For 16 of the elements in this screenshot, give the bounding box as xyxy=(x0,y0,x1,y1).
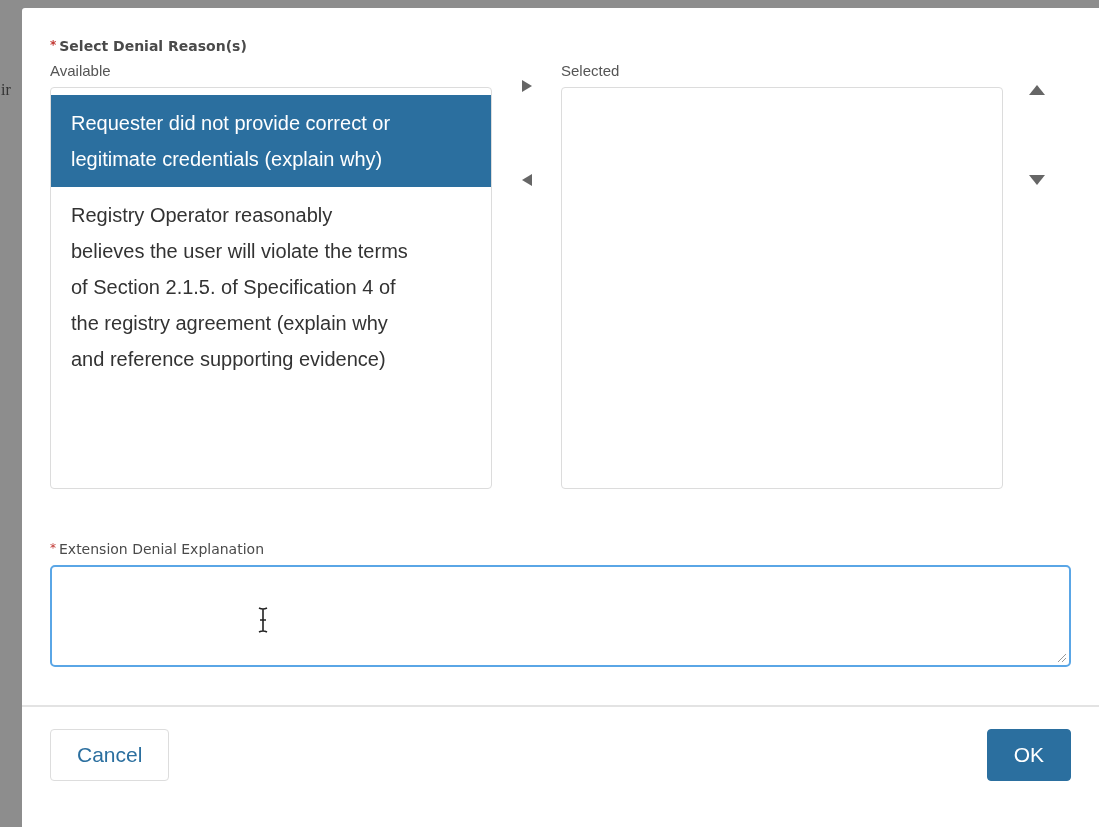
move-right-icon[interactable] xyxy=(521,80,532,92)
ok-button[interactable]: OK xyxy=(986,729,1071,781)
explanation-field[interactable] xyxy=(50,565,1071,667)
text-cursor-icon xyxy=(257,607,269,633)
field-label: * Select Denial Reason(s) xyxy=(50,38,248,54)
list-option[interactable]: Requester did not provide correct or legitimate credentials (explain why) xyxy=(51,95,491,187)
field-label: * Extension Denial Explanation xyxy=(50,541,265,557)
move-up-icon[interactable] xyxy=(1029,85,1045,95)
cancel-button[interactable]: Cancel xyxy=(50,729,170,781)
resize-handle-icon[interactable] xyxy=(1057,653,1067,663)
list-label: Selected xyxy=(561,62,621,79)
list-option[interactable]: Registry Operator reasonably believes the user will violate the terms of Section 2.1.5. of Specification 4 of the registry agreement (explain why and reference supporting evidence) xyxy=(51,187,491,387)
background-text: ir xyxy=(1,81,11,99)
move-down-icon[interactable] xyxy=(1029,175,1045,185)
move-left-icon[interactable] xyxy=(521,174,532,186)
list-label: Available xyxy=(50,62,112,79)
